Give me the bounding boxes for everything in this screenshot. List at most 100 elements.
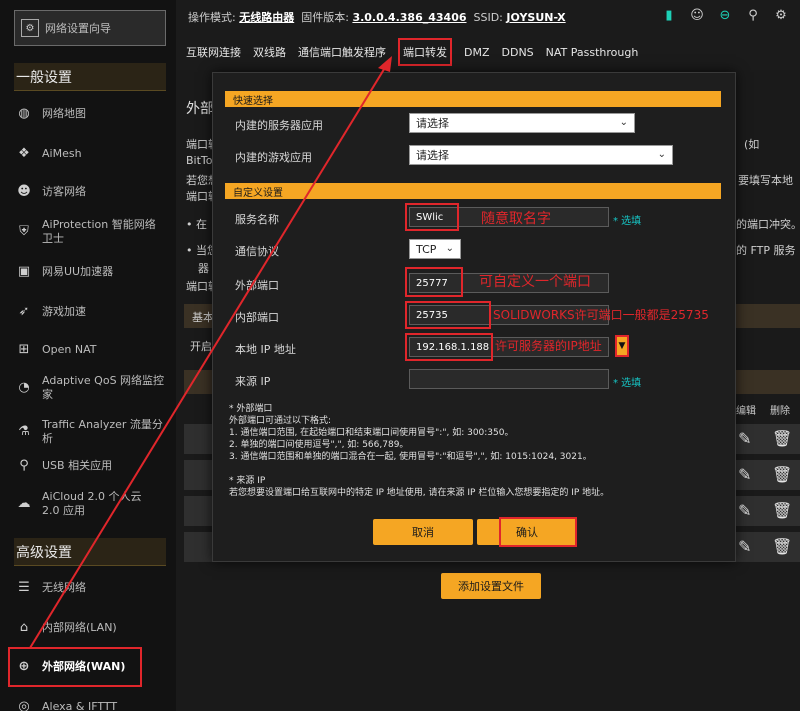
sidebar-item-label: 访客网络 bbox=[42, 185, 86, 198]
wifi-icon: ☰ bbox=[18, 580, 30, 595]
status-line: 操作模式: 无线路由器 固件版本: 3.0.0.4.386_43406 SSID… bbox=[188, 9, 566, 25]
chevron-down-icon: ⌄ bbox=[445, 243, 454, 254]
trash-icon[interactable]: 🗑 bbox=[772, 429, 792, 448]
nat-icon: ⊞ bbox=[18, 342, 30, 357]
bg-bar-label: 基本 bbox=[192, 311, 214, 324]
usb-status-icon[interactable]: ⚲ bbox=[744, 6, 762, 24]
add-profile-button[interactable]: 添加设置文件 bbox=[441, 573, 541, 599]
tab-nat-passthrough[interactable]: NAT Passthrough bbox=[546, 46, 639, 59]
sidebar-item-lan[interactable]: ⌂ 内部网络(LAN) bbox=[14, 618, 166, 638]
lan-icon: ⌂ bbox=[19, 620, 29, 635]
app-icon[interactable]: ▮ bbox=[660, 6, 678, 24]
tab-port-forwarding[interactable]: 端口转发 bbox=[398, 38, 452, 66]
sidebar-item-uu[interactable]: ▣ 网易UU加速器 bbox=[14, 262, 166, 282]
note-line: * 外部端口 bbox=[229, 404, 273, 414]
sidebar-item-usb[interactable]: ⚲ USB 相关应用 bbox=[14, 456, 166, 476]
select-value: 请选择 bbox=[416, 149, 449, 162]
network-wizard-button[interactable]: ⚙ 网络设置向导 bbox=[14, 10, 166, 46]
pencil-icon[interactable]: ✎ bbox=[738, 465, 751, 484]
tab-port-trigger[interactable]: 通信端口触发程序 bbox=[298, 44, 386, 60]
sidebar-item-label: Adaptive QoS 网络监控家 bbox=[42, 374, 165, 401]
select-value: TCP bbox=[416, 242, 437, 256]
chevron-down-icon: ⌄ bbox=[619, 117, 628, 128]
sidebar-item-alexa[interactable]: ◎ Alexa & IFTTT bbox=[14, 697, 166, 711]
builtin-game-select[interactable]: 请选择 ⌄ bbox=[409, 145, 673, 165]
builtin-server-select[interactable]: 请选择 ⌄ bbox=[409, 113, 635, 133]
users-icon[interactable]: ☺ bbox=[688, 6, 706, 24]
ssid-value[interactable]: JOYSUN-X bbox=[506, 11, 565, 24]
sidebar-item-label: Open NAT bbox=[42, 343, 97, 356]
mode-value[interactable]: 无线路由器 bbox=[239, 11, 294, 24]
trash-icon[interactable]: 🗑 bbox=[772, 537, 792, 556]
guest-icon: ☻ bbox=[17, 184, 31, 199]
pencil-icon[interactable]: ✎ bbox=[738, 537, 751, 556]
sidebar-item-aimesh[interactable]: ❖ AiMesh bbox=[14, 144, 166, 164]
ip-dropdown-button[interactable]: ▼ bbox=[615, 335, 629, 357]
sidebar-item-traffic[interactable]: ⚗ Traffic Analyzer 流量分析 bbox=[14, 418, 166, 446]
source-hint: * 选填 bbox=[613, 378, 642, 389]
ssid-label: SSID: bbox=[473, 11, 503, 24]
tab-dual-wan[interactable]: 双线路 bbox=[253, 44, 286, 60]
cancel-button[interactable]: 取消 bbox=[373, 519, 473, 545]
sidebar-item-label: Alexa & IFTTT bbox=[42, 700, 118, 711]
chevron-down-icon: ⌄ bbox=[657, 149, 666, 160]
trash-icon[interactable]: 🗑 bbox=[772, 501, 792, 520]
trash-icon[interactable]: 🗑 bbox=[772, 465, 792, 484]
sidebar-item-network-map[interactable]: ◍ 网络地图 bbox=[14, 104, 166, 124]
service-hint: * 选填 bbox=[613, 216, 642, 227]
wan-tabs: 互联网连接 双线路 通信端口触发程序 端口转发 DMZ DDNS NAT Pas… bbox=[176, 36, 800, 68]
pencil-icon[interactable]: ✎ bbox=[738, 501, 751, 520]
shield-icon: ⛨ bbox=[19, 224, 29, 239]
annotation-box bbox=[405, 301, 491, 329]
sidebar-item-qos[interactable]: ◔ Adaptive QoS 网络监控家 bbox=[14, 374, 166, 402]
tab-dmz[interactable]: DMZ bbox=[464, 46, 490, 59]
bg-text: 的端口冲突。 bbox=[736, 218, 800, 231]
mode-label: 操作模式: bbox=[188, 11, 236, 24]
sidebar-item-aicloud[interactable]: ☁ AiCloud 2.0 个人云 2.0 应用 bbox=[14, 490, 166, 518]
bg-text: • 在 bbox=[186, 218, 207, 231]
bg-text: BitTo bbox=[186, 154, 213, 167]
source-ip-label: 来源 IP bbox=[235, 375, 271, 388]
sidebar-item-aiprotection[interactable]: ⛨ AiProtection 智能网络卫士 bbox=[14, 218, 166, 246]
section-advanced: 高级设置 bbox=[14, 538, 166, 566]
annotation-name: 随意取名字 bbox=[481, 211, 551, 227]
link-icon[interactable]: ⊖ bbox=[716, 6, 734, 24]
analyzer-icon: ⚗ bbox=[18, 424, 30, 439]
sidebar-item-guest[interactable]: ☻ 访客网络 bbox=[14, 182, 166, 202]
page-title: 外部 bbox=[186, 101, 214, 117]
annotation-ip: 许可服务器的IP地址 bbox=[495, 339, 602, 353]
protocol-select[interactable]: TCP ⌄ bbox=[409, 239, 461, 259]
wizard-label: 网络设置向导 bbox=[45, 22, 111, 35]
sidebar-item-wireless[interactable]: ☰ 无线网络 bbox=[14, 578, 166, 598]
fw-label: 固件版本: bbox=[301, 11, 349, 24]
sidebar-item-label: AiProtection 智能网络卫士 bbox=[42, 218, 156, 245]
col-edit: 编辑 bbox=[736, 406, 756, 417]
builtin-game-label: 内建的游戏应用 bbox=[235, 151, 312, 164]
usb-icon: ⚲ bbox=[19, 458, 29, 473]
sidebar: ⚙ 网络设置向导 一般设置 ◍ 网络地图 ❖ AiMesh ☻ 访客网络 ⛨ A… bbox=[0, 0, 176, 711]
note-line: 外部端口可通过以下格式: bbox=[229, 416, 332, 426]
sidebar-item-label: AiCloud 2.0 个人云 2.0 应用 bbox=[42, 490, 142, 517]
quick-select-bar: 快速选择 bbox=[225, 91, 721, 107]
wizard-icon: ⚙ bbox=[21, 19, 39, 37]
pencil-icon[interactable]: ✎ bbox=[738, 429, 751, 448]
source-ip-input[interactable] bbox=[409, 369, 609, 389]
sidebar-item-open-nat[interactable]: ⊞ Open NAT bbox=[14, 340, 166, 360]
custom-settings-bar: 自定义设置 bbox=[225, 183, 721, 199]
sidebar-item-label: 网易UU加速器 bbox=[42, 265, 114, 278]
mesh-icon: ❖ bbox=[18, 146, 30, 161]
tab-ddns[interactable]: DDNS bbox=[502, 46, 534, 59]
help-notes: * 外部端口 外部端口可通过以下格式: 1. 通信端口范围, 在起始端口和结束端… bbox=[229, 403, 609, 499]
internal-port-label: 内部端口 bbox=[235, 311, 279, 324]
sidebar-item-game-boost[interactable]: ➶ 游戏加速 bbox=[14, 302, 166, 322]
sidebar-item-label: 网络地图 bbox=[42, 107, 86, 120]
annotation-box bbox=[405, 203, 459, 231]
top-icons: ▮ ☺ ⊖ ⚲ ⚙ bbox=[660, 6, 790, 24]
protocol-label: 通信协议 bbox=[235, 245, 279, 258]
fw-value[interactable]: 3.0.0.4.386_43406 bbox=[352, 11, 466, 24]
local-ip-label: 本地 IP 地址 bbox=[235, 343, 296, 356]
gear-icon[interactable]: ⚙ bbox=[772, 6, 790, 24]
tab-internet[interactable]: 互联网连接 bbox=[186, 44, 241, 60]
col-delete: 删除 bbox=[770, 406, 790, 417]
cloud-icon: ☁ bbox=[17, 496, 31, 511]
